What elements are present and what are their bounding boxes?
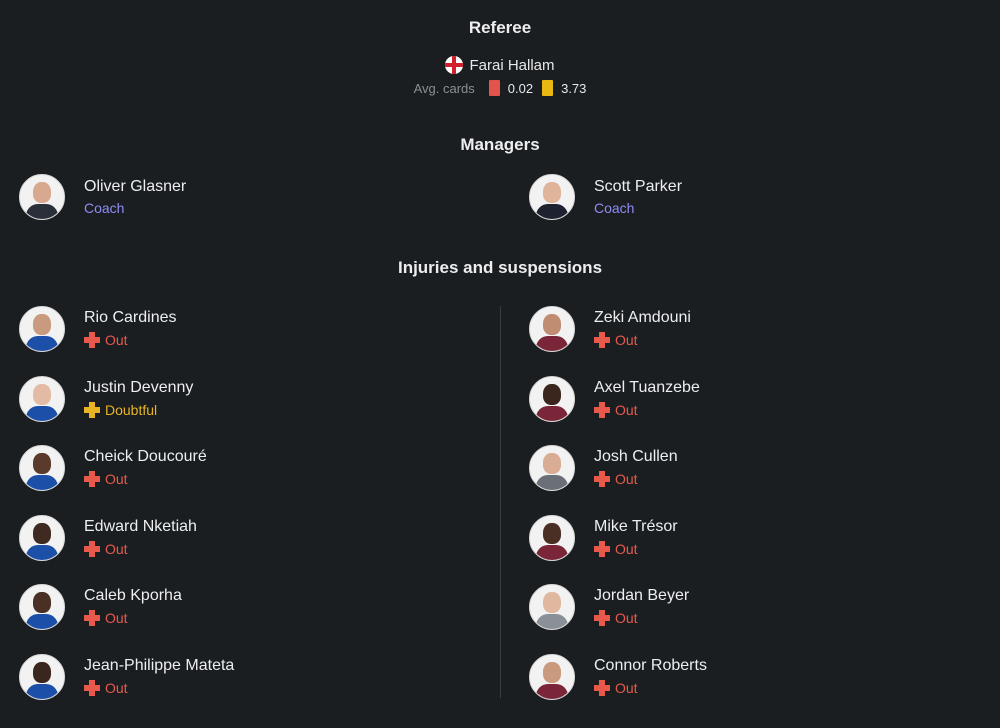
manager-role: Coach: [594, 199, 635, 216]
manager-home[interactable]: Oliver Glasner Coach: [19, 173, 186, 221]
injury-status: Out: [84, 608, 182, 628]
player-name: Zeki Amdouni: [594, 309, 691, 326]
status-label: Out: [615, 402, 638, 418]
injury-cross-icon: [594, 610, 610, 626]
injury-item[interactable]: Axel Tuanzebe Out: [529, 375, 700, 423]
player-name: Axel Tuanzebe: [594, 379, 700, 396]
status-label: Doubtful: [105, 402, 158, 418]
injury-item[interactable]: Rio Cardines Out: [19, 305, 176, 353]
injury-cross-icon: [84, 541, 100, 557]
avatar: [19, 515, 65, 561]
injury-cross-icon: [84, 610, 100, 626]
injury-cross-icon: [594, 471, 610, 487]
avatar: [529, 376, 575, 422]
manager-role: Coach: [84, 199, 125, 216]
avatar: [529, 174, 575, 220]
match-info-panel: Referee Farai Hallam Avg. cards 0.02 3.7…: [0, 0, 1000, 728]
status-label: Out: [615, 610, 638, 626]
status-label: Out: [105, 332, 128, 348]
avatar: [19, 445, 65, 491]
injury-item[interactable]: Mike Trésor Out: [529, 514, 678, 562]
manager-name: Oliver Glasner: [84, 177, 187, 195]
injury-cross-icon: [84, 471, 100, 487]
referee-name: Farai Hallam: [469, 56, 555, 74]
avatar: [19, 584, 65, 630]
player-name: Rio Cardines: [84, 309, 177, 326]
injury-cross-icon: [594, 402, 610, 418]
avatar: [529, 654, 575, 700]
status-label: Out: [615, 541, 638, 557]
player-name: Connor Roberts: [594, 657, 707, 674]
status-label: Out: [615, 471, 638, 487]
avg-cards-label: Avg. cards: [413, 80, 475, 96]
player-name: Jordan Beyer: [594, 587, 690, 604]
avatar: [529, 515, 575, 561]
avatar: [19, 376, 65, 422]
yellow-card-average: 3.73: [561, 80, 587, 96]
managers-title: Managers: [460, 135, 540, 154]
injury-status: Out: [594, 330, 691, 350]
avatar: [19, 306, 65, 352]
injury-item[interactable]: Connor Roberts Out: [529, 653, 707, 701]
status-label: Out: [615, 332, 638, 348]
player-name: Edward Nketiah: [84, 518, 197, 535]
manager-name: Scott Parker: [594, 177, 683, 195]
status-label: Out: [105, 471, 128, 487]
injury-status: Out: [594, 469, 678, 489]
avatar: [529, 445, 575, 491]
status-label: Out: [105, 680, 128, 696]
status-label: Out: [105, 541, 128, 557]
injury-status: Doubtful: [84, 400, 193, 420]
injury-cross-icon: [84, 402, 100, 418]
yellow-card-icon: [542, 80, 554, 96]
injury-cross-icon: [594, 332, 610, 348]
injury-cross-icon: [84, 332, 100, 348]
referee-row: Farai Hallam: [0, 56, 1000, 74]
player-name: Jean-Philippe Mateta: [84, 657, 235, 674]
column-divider: [500, 306, 501, 698]
referee-title: Referee: [468, 18, 532, 37]
injury-item[interactable]: Jean-Philippe Mateta Out: [19, 653, 234, 701]
avatar: [19, 174, 65, 220]
injury-item[interactable]: Edward Nketiah Out: [19, 514, 197, 562]
injury-item[interactable]: Justin Devenny Doubtful: [19, 375, 193, 423]
england-flag-icon: [445, 56, 464, 74]
injury-item[interactable]: Zeki Amdouni Out: [529, 305, 691, 353]
player-name: Justin Devenny: [84, 379, 194, 396]
injury-item[interactable]: Jordan Beyer Out: [529, 583, 689, 631]
injury-status: Out: [594, 608, 689, 628]
injury-status: Out: [594, 678, 707, 698]
player-name: Caleb Kporha: [84, 587, 182, 604]
status-label: Out: [105, 610, 128, 626]
avatar: [19, 654, 65, 700]
red-card-icon: [488, 80, 500, 96]
avg-cards-row: Avg. cards 0.02 3.73: [0, 80, 1000, 96]
injury-item[interactable]: Cheick Doucouré Out: [19, 444, 207, 492]
player-name: Mike Trésor: [594, 518, 678, 535]
manager-away[interactable]: Scott Parker Coach: [529, 173, 682, 221]
player-name: Cheick Doucouré: [84, 448, 207, 465]
injury-status: Out: [84, 469, 207, 489]
injury-status: Out: [84, 539, 197, 559]
avatar: [529, 306, 575, 352]
injury-item[interactable]: Josh Cullen Out: [529, 444, 678, 492]
injury-item[interactable]: Caleb Kporha Out: [19, 583, 182, 631]
injury-cross-icon: [594, 680, 610, 696]
red-card-average: 0.02: [507, 80, 534, 96]
injury-status: Out: [84, 678, 234, 698]
status-label: Out: [615, 680, 638, 696]
injury-cross-icon: [84, 680, 100, 696]
injuries-title: Injuries and suspensions: [397, 258, 603, 277]
injury-status: Out: [594, 400, 700, 420]
avatar: [529, 584, 575, 630]
player-name: Josh Cullen: [594, 448, 678, 465]
injury-status: Out: [84, 330, 176, 350]
injury-cross-icon: [594, 541, 610, 557]
injury-status: Out: [594, 539, 678, 559]
